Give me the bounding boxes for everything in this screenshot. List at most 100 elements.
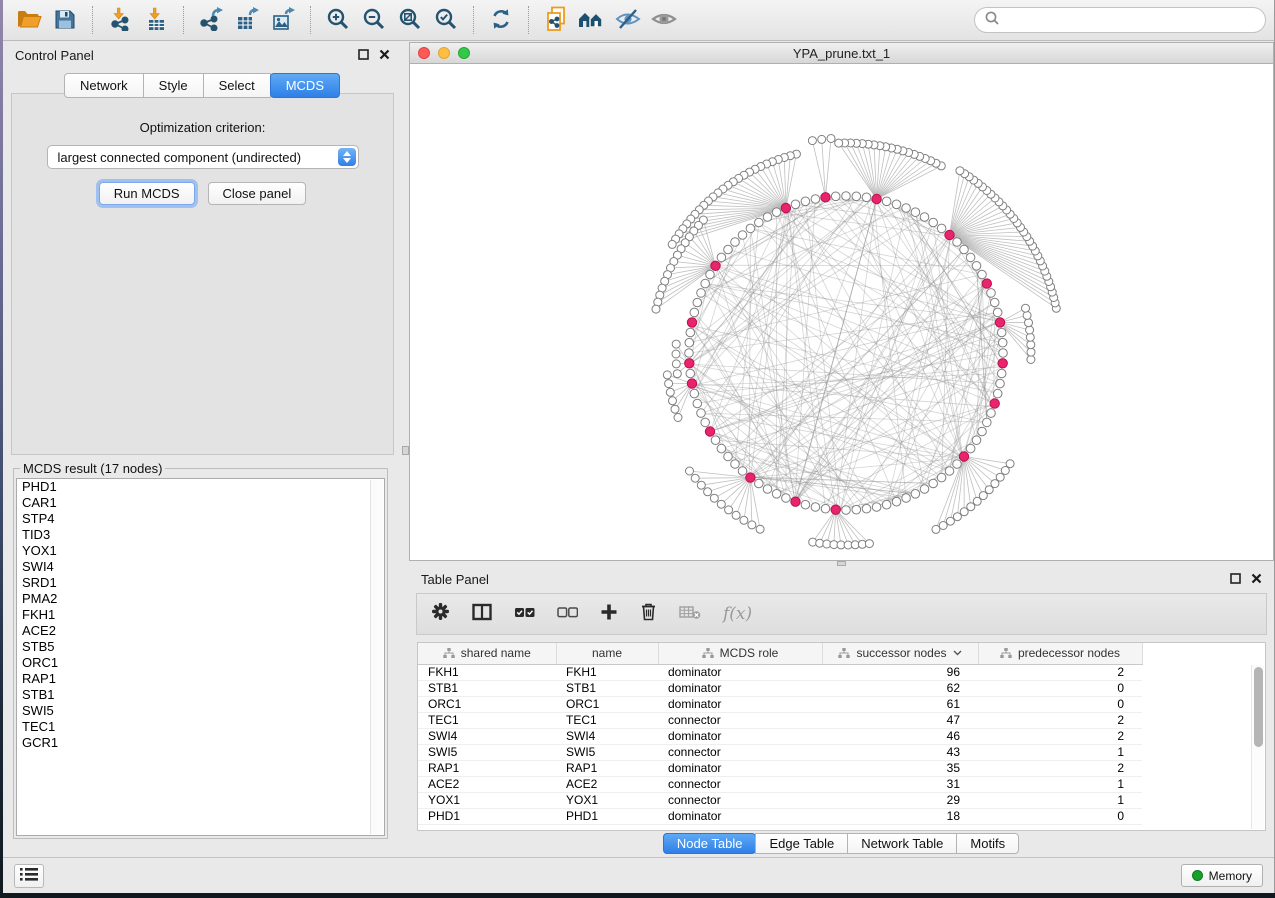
mcds-result-item[interactable]: ACE2 — [17, 623, 384, 639]
refresh-icon — [489, 7, 513, 34]
select-all-icon[interactable] — [514, 603, 535, 626]
float-panel-icon[interactable] — [358, 48, 369, 63]
apply-layout-button[interactable] — [483, 4, 519, 36]
table-panel: Table Panel f(x) sh — [409, 566, 1274, 857]
hide-selected-button[interactable] — [610, 4, 646, 36]
mcds-result-item[interactable]: SRD1 — [17, 575, 384, 591]
table-row[interactable]: ACE2ACE2connector311 — [418, 776, 1142, 792]
show-column-icon[interactable] — [472, 603, 492, 626]
column-header-predecessor-nodes[interactable]: predecessor nodes — [978, 643, 1142, 664]
zoom-fit-button[interactable] — [392, 4, 428, 36]
show-all-button[interactable] — [646, 4, 682, 36]
table-row[interactable]: TEC1TEC1connector472 — [418, 712, 1142, 728]
tab-network[interactable]: Network — [64, 73, 144, 98]
mcds-result-item[interactable]: GCR1 — [17, 735, 384, 751]
first-neighbors-button[interactable] — [574, 4, 610, 36]
import-network-button[interactable] — [102, 4, 138, 36]
search-icon — [984, 10, 1000, 31]
close-panel-button[interactable]: Close panel — [208, 182, 307, 205]
tab-edge-table[interactable]: Edge Table — [755, 833, 848, 854]
tab-motifs[interactable]: Motifs — [956, 833, 1019, 854]
column-header-shared-name[interactable]: shared name — [418, 643, 556, 664]
control-panel-tabs: NetworkStyleSelectMCDS — [3, 73, 402, 98]
mcds-result-item[interactable]: FKH1 — [17, 607, 384, 623]
mcds-result-item[interactable]: SWI5 — [17, 703, 384, 719]
search-input[interactable] — [1006, 13, 1256, 28]
table-panel-tabs: Node TableEdge TableNetwork TableMotifs — [409, 833, 1274, 854]
import-table-button[interactable] — [138, 4, 174, 36]
splitter-handle[interactable] — [402, 446, 409, 455]
mcds-result-item[interactable]: STB5 — [17, 639, 384, 655]
application-window: Control Panel NetworkStyleSelectMCDS Opt… — [3, 0, 1275, 893]
zoom-in-button[interactable] — [320, 4, 356, 36]
table-row[interactable]: SWI5SWI5connector431 — [418, 744, 1142, 760]
memory-button[interactable]: Memory — [1181, 864, 1263, 887]
network-window-titlebar[interactable]: YPA_prune.txt_1 — [409, 42, 1274, 64]
mcds-result-item[interactable]: TEC1 — [17, 719, 384, 735]
zoom-out-button[interactable] — [356, 4, 392, 36]
table-row[interactable]: STB1STB1dominator620 — [418, 680, 1142, 696]
table-row[interactable]: FKH1FKH1dominator962 — [418, 664, 1142, 680]
table-scrollbar[interactable] — [1251, 665, 1264, 829]
column-header-name[interactable]: name — [556, 643, 658, 664]
tab-select[interactable]: Select — [203, 73, 271, 98]
mcds-result-item[interactable]: CAR1 — [17, 495, 384, 511]
selected-criterion: largest connected component (undirected) — [58, 150, 338, 165]
result-list-scrollbar[interactable] — [370, 480, 383, 834]
mcds-result-item[interactable]: YOX1 — [17, 543, 384, 559]
mcds-result-item[interactable]: SWI4 — [17, 559, 384, 575]
close-panel-icon[interactable] — [1251, 572, 1262, 587]
table-row[interactable]: PHD1PHD1dominator180 — [418, 808, 1142, 824]
mcds-result-list: PHD1CAR1STP4TID3YOX1SWI4SRD1PMA2FKH1ACE2… — [16, 478, 385, 836]
column-header-successor-nodes[interactable]: successor nodes — [822, 643, 978, 664]
mcds-result-item[interactable]: PMA2 — [17, 591, 384, 607]
network-canvas[interactable] — [409, 64, 1274, 561]
open-file-button[interactable] — [11, 4, 47, 36]
float-panel-icon[interactable] — [1230, 572, 1241, 587]
table-row[interactable]: RAP1RAP1dominator352 — [418, 760, 1142, 776]
tab-network-table[interactable]: Network Table — [847, 833, 957, 854]
run-mcds-button[interactable]: Run MCDS — [99, 182, 195, 205]
vertical-splitter[interactable] — [402, 41, 409, 857]
list-icon — [20, 867, 38, 885]
deselect-all-icon[interactable] — [557, 603, 578, 626]
select-stepper-icon — [338, 148, 356, 166]
close-panel-icon[interactable] — [379, 48, 390, 63]
export-image-icon — [271, 7, 295, 34]
table-row[interactable]: YOX1YOX1connector291 — [418, 792, 1142, 808]
tab-node-table[interactable]: Node Table — [663, 833, 757, 854]
search-box — [974, 7, 1266, 33]
mcds-result-item[interactable]: STB1 — [17, 687, 384, 703]
column-header-MCDS-role[interactable]: MCDS role — [658, 643, 822, 664]
mcds-result-item[interactable]: PHD1 — [17, 479, 384, 495]
delete-column-icon[interactable] — [640, 602, 657, 626]
task-history-button[interactable] — [14, 864, 44, 888]
clone-network-button[interactable] — [538, 4, 574, 36]
table-row[interactable]: SWI4SWI4dominator462 — [418, 728, 1142, 744]
tab-mcds[interactable]: MCDS — [270, 73, 340, 98]
mcds-result-item[interactable]: ORC1 — [17, 655, 384, 671]
table-panel-title: Table Panel — [421, 572, 489, 587]
mcds-result-item[interactable]: TID3 — [17, 527, 384, 543]
table-row[interactable]: ORC1ORC1dominator610 — [418, 696, 1142, 712]
export-network-button[interactable] — [193, 4, 229, 36]
import-table-icon — [145, 7, 167, 34]
optimization-criterion-select[interactable]: largest connected component (undirected) — [47, 145, 359, 169]
memory-status-icon — [1192, 870, 1203, 881]
export-table-icon — [235, 7, 259, 34]
zoom-selected-button[interactable] — [428, 4, 464, 36]
export-image-button[interactable] — [265, 4, 301, 36]
mcds-result-item[interactable]: STP4 — [17, 511, 384, 527]
save-session-button[interactable] — [47, 4, 83, 36]
table-options-gear-icon[interactable] — [431, 602, 450, 626]
function-builder-icon: f(x) — [723, 604, 752, 624]
export-table-button[interactable] — [229, 4, 265, 36]
add-column-icon[interactable] — [600, 603, 618, 626]
status-bar: Memory — [3, 857, 1274, 893]
export-network-icon — [199, 7, 223, 34]
memory-label: Memory — [1209, 869, 1252, 883]
tab-style[interactable]: Style — [143, 73, 204, 98]
mcds-result-item[interactable]: RAP1 — [17, 671, 384, 687]
scrollbar-thumb[interactable] — [1254, 667, 1263, 747]
save-icon — [54, 8, 76, 33]
